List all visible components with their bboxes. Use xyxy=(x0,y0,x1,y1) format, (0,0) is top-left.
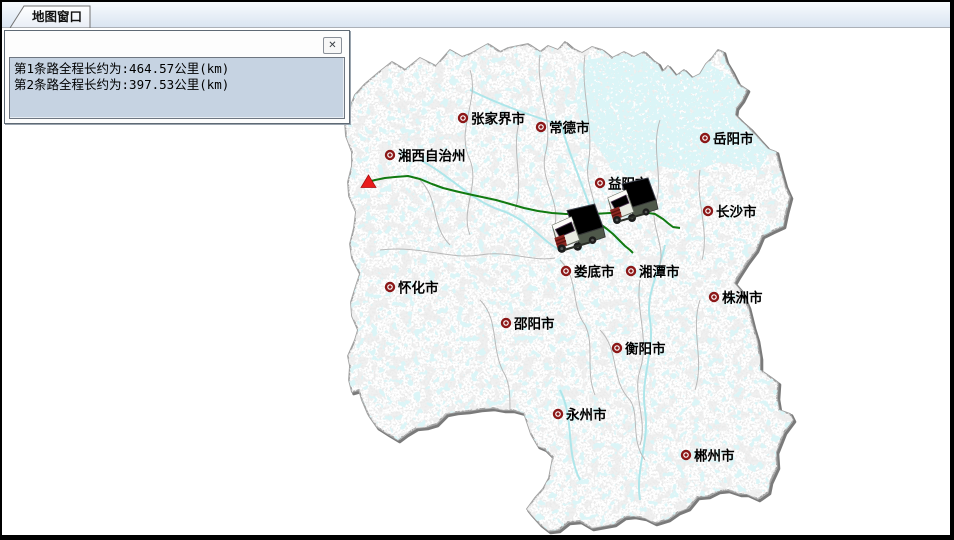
city-label: 衡阳市 xyxy=(625,341,666,357)
city-dot-center xyxy=(615,346,618,349)
city-dot-center xyxy=(556,412,559,415)
city-label: 常德市 xyxy=(549,120,590,136)
tab-label: 地图窗口 xyxy=(32,9,82,24)
city-label: 长沙市 xyxy=(716,204,757,220)
city-dot-center xyxy=(388,153,391,156)
city-dot-center xyxy=(388,285,391,288)
route-1-length-text: 第1条路全程长约为:464.57公里(km) xyxy=(14,61,340,77)
route-info-box: 第1条路全程长约为:464.57公里(km) 第2条路全程长约为:397.53公… xyxy=(9,57,345,119)
city-dot-center xyxy=(539,125,542,128)
city-dot-center xyxy=(598,181,601,184)
route-2-length-text: 第2条路全程长约为:397.53公里(km) xyxy=(14,77,340,93)
city-dot-center xyxy=(712,295,715,298)
city-湘西自治州[interactable]: 湘西自治州 xyxy=(386,148,466,164)
route-info-panel: ✕ 第1条路全程长约为:464.57公里(km) 第2条路全程长约为:397.5… xyxy=(4,30,350,124)
city-label: 岳阳市 xyxy=(713,131,754,147)
city-label: 邵阳市 xyxy=(513,316,555,332)
city-label: 郴州市 xyxy=(694,448,735,464)
tab-bar xyxy=(2,2,950,28)
city-label: 怀化市 xyxy=(398,280,439,296)
close-icon[interactable]: ✕ xyxy=(323,37,342,54)
city-dot-center xyxy=(706,209,709,212)
city-label: 永州市 xyxy=(566,407,607,423)
map-window-frame: 地图窗口 xyxy=(0,0,954,540)
city-dot-center xyxy=(461,116,464,119)
city-dot-center xyxy=(703,136,706,139)
city-dot-center xyxy=(684,453,687,456)
city-dot-center xyxy=(504,321,507,324)
city-label: 株洲市 xyxy=(722,290,763,306)
city-label: 张家界市 xyxy=(471,111,525,127)
city-dot-center xyxy=(564,269,567,272)
city-label: 湘潭市 xyxy=(639,264,680,280)
city-label: 娄底市 xyxy=(574,264,615,280)
city-dot-center xyxy=(629,269,632,272)
city-label: 湘西自治州 xyxy=(398,148,466,164)
tab-map-window[interactable]: 地图窗口 xyxy=(10,6,90,28)
